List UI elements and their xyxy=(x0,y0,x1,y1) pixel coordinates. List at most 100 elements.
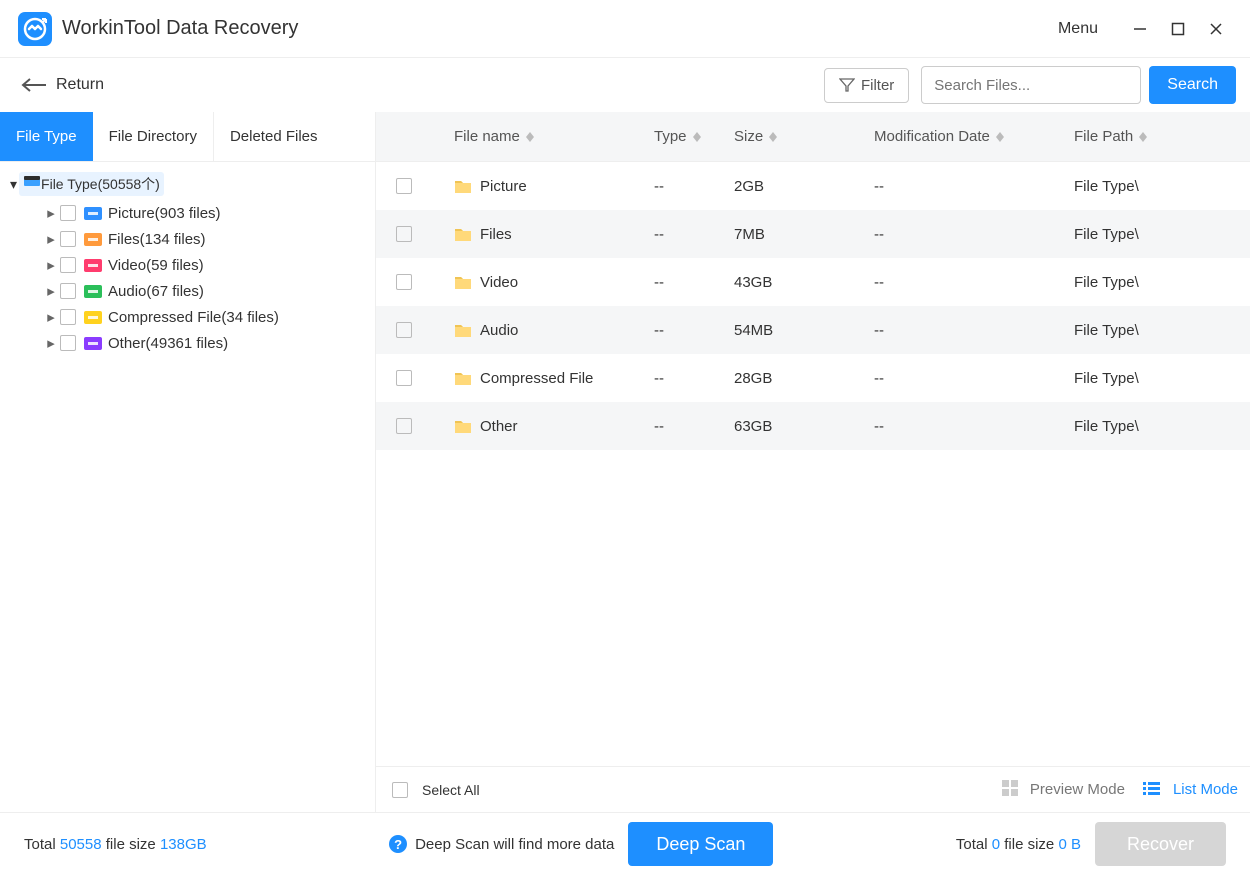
cell-type: -- xyxy=(654,418,734,435)
preview-mode-label: Preview Mode xyxy=(1030,781,1125,798)
select-all[interactable]: Select All xyxy=(392,782,480,798)
sidebar: File Type File Directory Deleted Files ▾… xyxy=(0,112,376,812)
tree-item[interactable]: ▸ Other(49361 files) xyxy=(0,330,375,356)
checkbox[interactable] xyxy=(396,274,412,290)
cell-type: -- xyxy=(654,322,734,339)
main: File Type File Directory Deleted Files ▾… xyxy=(0,112,1250,812)
tree-item-label: Video(59 files) xyxy=(108,257,204,274)
category-icon xyxy=(84,205,102,221)
caret-right-icon: ▸ xyxy=(44,282,58,300)
cell-name: Picture xyxy=(480,178,527,195)
cell-type: -- xyxy=(654,178,734,195)
sort-icon xyxy=(769,132,777,142)
col-header-size[interactable]: Size xyxy=(734,128,874,145)
checkbox[interactable] xyxy=(60,231,76,247)
minimize-button[interactable] xyxy=(1124,13,1156,45)
checkbox[interactable] xyxy=(396,322,412,338)
checkbox[interactable] xyxy=(396,418,412,434)
sort-icon xyxy=(996,132,1004,142)
viewbar: Select All Preview Mode List Mode xyxy=(376,766,1250,812)
checkbox[interactable] xyxy=(396,226,412,242)
col-header-name[interactable]: File name xyxy=(432,128,654,145)
checkbox[interactable] xyxy=(60,257,76,273)
cell-date: -- xyxy=(874,178,1074,195)
cell-path: File Type\ xyxy=(1074,226,1250,243)
filter-icon xyxy=(839,77,855,93)
cell-size: 54MB xyxy=(734,322,874,339)
tree-item-label: Audio(67 files) xyxy=(108,283,204,300)
search-button[interactable]: Search xyxy=(1149,66,1236,104)
table-row[interactable]: Other--63GB--File Type\ xyxy=(376,402,1250,450)
cell-path: File Type\ xyxy=(1074,370,1250,387)
search-input[interactable] xyxy=(921,66,1141,104)
tree-item[interactable]: ▸ Files(134 files) xyxy=(0,226,375,252)
cell-date: -- xyxy=(874,226,1074,243)
tree: ▾ File Type(50558个) ▸Picture(903 files)▸… xyxy=(0,162,375,812)
tree-item[interactable]: ▸Video(59 files) xyxy=(0,252,375,278)
preview-mode-button[interactable]: Preview Mode xyxy=(1002,780,1125,800)
caret-right-icon: ▸ xyxy=(44,334,58,352)
caret-right-icon: ▸ xyxy=(44,230,58,248)
list-icon xyxy=(1143,781,1167,799)
cell-path: File Type\ xyxy=(1074,418,1250,435)
folder-icon xyxy=(454,322,472,338)
cell-name: Video xyxy=(480,274,518,291)
cell-name: Files xyxy=(480,226,512,243)
table-row[interactable]: Picture--2GB--File Type\ xyxy=(376,162,1250,210)
table-header: File name Type Size Modification Date Fi… xyxy=(376,112,1250,162)
col-header-date[interactable]: Modification Date xyxy=(874,128,1074,145)
cell-name: Audio xyxy=(480,322,518,339)
cell-type: -- xyxy=(654,226,734,243)
cell-name: Compressed File xyxy=(480,370,593,387)
table-row[interactable]: Video--43GB--File Type\ xyxy=(376,258,1250,306)
titlebar: WorkinTool Data Recovery Menu xyxy=(0,0,1250,58)
table-row[interactable]: Audio--54MB--File Type\ xyxy=(376,306,1250,354)
select-all-label: Select All xyxy=(422,782,480,798)
checkbox[interactable] xyxy=(396,370,412,386)
return-button[interactable]: Return xyxy=(14,70,110,100)
tree-item[interactable]: ▸ Picture(903 files) xyxy=(0,200,375,226)
caret-right-icon: ▸ xyxy=(44,204,58,222)
tree-item[interactable]: ▸Compressed File(34 files) xyxy=(0,304,375,330)
folder-icon xyxy=(454,178,472,194)
footer-total: Total 50558 file size 138GB xyxy=(24,836,207,853)
app-logo-icon xyxy=(18,12,52,46)
checkbox[interactable] xyxy=(60,309,76,325)
col-header-type[interactable]: Type xyxy=(654,128,734,145)
tab-file-directory[interactable]: File Directory xyxy=(93,112,214,161)
tree-item[interactable]: ▸ Audio(67 files) xyxy=(0,278,375,304)
table-row[interactable]: Files--7MB--File Type\ xyxy=(376,210,1250,258)
cell-size: 7MB xyxy=(734,226,874,243)
checkbox[interactable] xyxy=(60,335,76,351)
tab-deleted-files[interactable]: Deleted Files xyxy=(214,112,334,161)
cell-type: -- xyxy=(654,274,734,291)
cell-size: 2GB xyxy=(734,178,874,195)
checkbox[interactable] xyxy=(396,178,412,194)
checkbox[interactable] xyxy=(60,283,76,299)
menu-button[interactable]: Menu xyxy=(1058,20,1098,38)
filter-button[interactable]: Filter xyxy=(824,68,909,103)
list-mode-button[interactable]: List Mode xyxy=(1143,781,1238,799)
cell-path: File Type\ xyxy=(1074,274,1250,291)
cell-date: -- xyxy=(874,322,1074,339)
tree-item-label: Other(49361 files) xyxy=(108,335,228,352)
checkbox[interactable] xyxy=(60,205,76,221)
checkbox[interactable] xyxy=(392,782,408,798)
close-icon xyxy=(1209,22,1223,36)
tree-item-label: Compressed File(34 files) xyxy=(108,309,279,326)
category-icon xyxy=(84,231,102,247)
deepscan-button[interactable]: Deep Scan xyxy=(628,822,773,866)
recover-button[interactable]: Recover xyxy=(1095,822,1226,866)
close-button[interactable] xyxy=(1200,13,1232,45)
tree-root-row[interactable]: ▾ File Type(50558个) xyxy=(0,168,375,200)
category-icon xyxy=(84,335,102,351)
deepscan-note: ? Deep Scan will find more data xyxy=(389,835,614,853)
tab-file-type[interactable]: File Type xyxy=(0,112,93,161)
table-row[interactable]: Compressed File--28GB--File Type\ xyxy=(376,354,1250,402)
tree-item-label: Files(134 files) xyxy=(108,231,206,248)
tree-item-label: Picture(903 files) xyxy=(108,205,221,222)
col-header-path[interactable]: File Path xyxy=(1074,128,1250,145)
sort-icon xyxy=(1139,132,1147,142)
maximize-button[interactable] xyxy=(1162,13,1194,45)
info-icon: ? xyxy=(389,835,407,853)
